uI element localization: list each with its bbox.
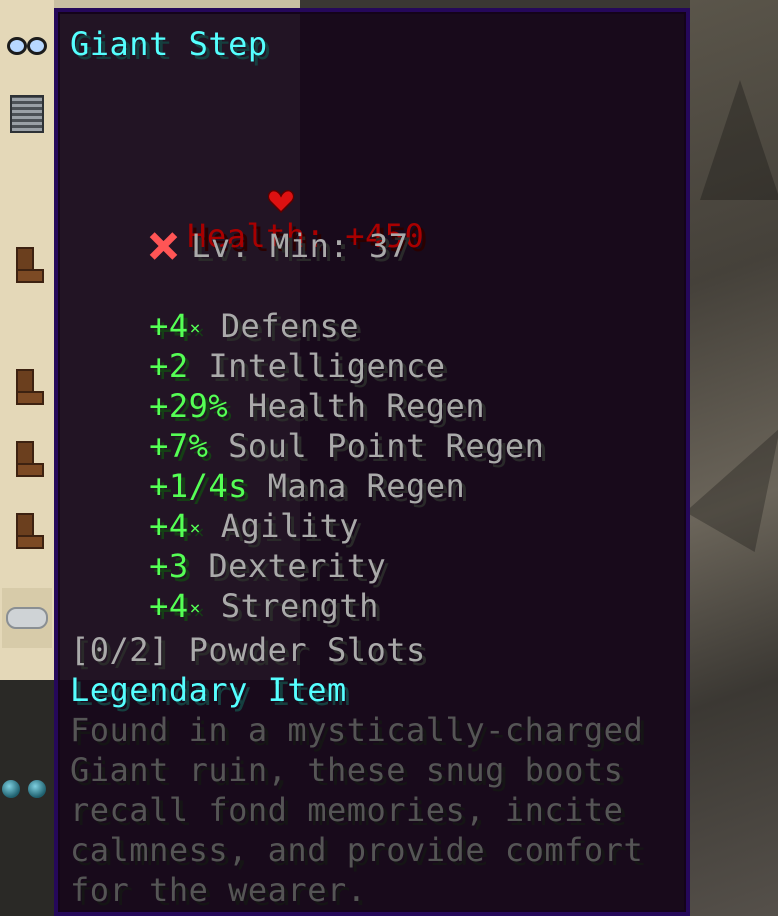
equipment-slot[interactable]	[2, 500, 52, 560]
equipment-slot[interactable]	[2, 84, 52, 144]
equipment-slot[interactable]	[2, 356, 52, 416]
item-name: Giant Step	[70, 25, 268, 63]
rarity-label: Legendary Item	[70, 671, 347, 709]
background-rock	[700, 80, 778, 200]
lore-line: Giant ruin, these snug boots	[70, 751, 624, 789]
cloud-icon	[6, 607, 48, 629]
lore-line: for the wearer.	[70, 871, 367, 909]
equipment-column	[0, 0, 54, 680]
equipment-slot[interactable]	[2, 428, 52, 488]
lore-line: calmness, and provide comfort	[70, 831, 644, 869]
lore-line: Found in a mystically-charged	[70, 711, 644, 749]
lore-line: recall fond memories, incite	[70, 791, 624, 829]
equipment-slot[interactable]	[2, 14, 52, 74]
boots-icon	[14, 441, 44, 477]
equipment-slot[interactable]	[2, 234, 52, 294]
item-tooltip: Giant Step Health: +450 Lv. Min: 37 +4× …	[54, 8, 690, 916]
orb-icon	[28, 780, 46, 798]
equipment-slot[interactable]	[2, 588, 52, 648]
boots-icon	[14, 369, 44, 405]
level-text: Lv. Min: 37	[191, 227, 409, 265]
glasses-icon	[5, 33, 49, 55]
stat-star: ×	[189, 598, 201, 619]
boots-icon	[14, 513, 44, 549]
hotbar-area	[0, 680, 54, 916]
boots-icon	[14, 247, 44, 283]
heart-icon	[149, 148, 294, 214]
stat-label: Strength	[220, 587, 379, 625]
powder-slots: [0/2] Powder Slots	[70, 631, 426, 669]
orb-icon	[2, 780, 20, 798]
cross-icon	[149, 232, 177, 260]
stat-value: +4	[149, 587, 189, 625]
chestplate-icon	[10, 95, 44, 133]
